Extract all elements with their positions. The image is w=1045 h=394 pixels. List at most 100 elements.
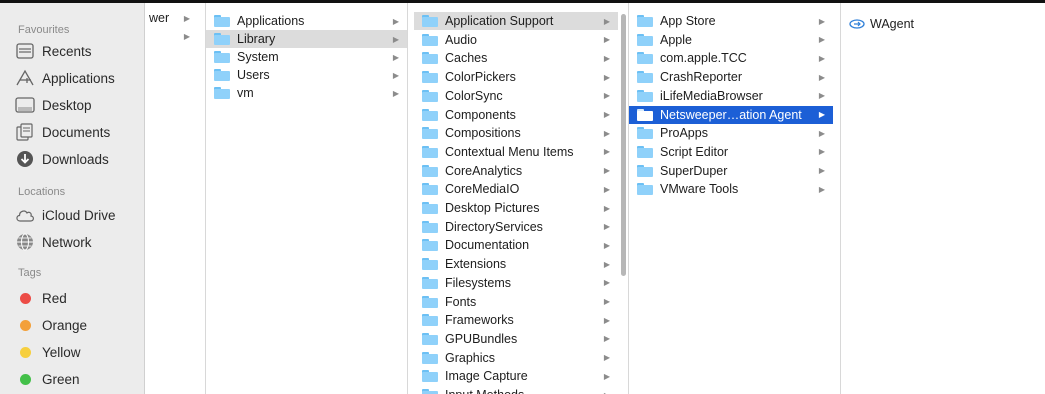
list-item[interactable]: vm ▶ — [206, 84, 407, 102]
sidebar-item-icloud-drive[interactable]: iCloud Drive — [14, 203, 116, 227]
list-item[interactable]: Image Capture ▶ — [414, 367, 618, 385]
folder-icon — [637, 145, 653, 158]
list-item[interactable]: CoreAnalytics ▶ — [414, 162, 618, 180]
list-item[interactable]: Audio ▶ — [414, 31, 618, 49]
sidebar-item-network[interactable]: Network — [14, 230, 92, 254]
sidebar-item-label: Orange — [42, 317, 88, 333]
folder-icon — [422, 127, 438, 140]
list-item[interactable]: Compositions ▶ — [414, 124, 618, 142]
library-folder-icon — [214, 33, 230, 45]
sidebar-item-label: Recents — [42, 43, 92, 59]
list-item[interactable]: System ▶ — [206, 48, 407, 66]
chevron-right-icon: ▶ — [392, 52, 400, 62]
chevron-right-icon: ▶ — [603, 371, 611, 381]
column-divider[interactable] — [407, 3, 408, 394]
chevron-right-icon: ▶ — [818, 53, 826, 63]
green-tag-icon — [14, 373, 36, 385]
chevron-right-icon: ▶ — [603, 184, 611, 194]
chevron-right-icon: ▶ — [392, 88, 400, 98]
chevron-right-icon: ▶ — [392, 16, 400, 26]
sidebar-tag-orange[interactable]: Orange — [14, 313, 87, 337]
list-item[interactable]: Script Editor ▶ — [629, 143, 833, 161]
chevron-right-icon: ▶ — [603, 259, 611, 269]
list-item[interactable]: ProApps ▶ — [629, 124, 833, 142]
list-item[interactable]: WAgent — [841, 15, 1045, 33]
applications-icon — [14, 69, 36, 87]
chevron-right-icon: ▶ — [603, 203, 611, 213]
list-item[interactable]: wer ▶ — [145, 9, 198, 27]
sidebar-item-applications[interactable]: Applications — [14, 66, 115, 90]
column-3: App Store ▶ Apple ▶ com.apple.TCC ▶ CrashRepor… — [629, 3, 833, 394]
list-item[interactable]: Contextual Menu Items ▶ — [414, 143, 618, 161]
folder-icon — [637, 52, 653, 65]
list-item[interactable]: Components ▶ — [414, 106, 618, 124]
chevron-right-icon: ▶ — [818, 16, 826, 26]
folder-icon — [422, 108, 438, 121]
list-item[interactable]: Fonts ▶ — [414, 293, 618, 311]
sidebar-item-label: Green — [42, 371, 80, 387]
chevron-right-icon: ▶ — [603, 278, 611, 288]
folder-icon — [422, 89, 438, 102]
list-item[interactable]: VMware Tools ▶ — [629, 180, 833, 198]
list-item[interactable]: iLifeMediaBrowser ▶ — [629, 87, 833, 105]
chevron-right-icon: ▶ — [603, 53, 611, 63]
list-item[interactable]: CrashReporter ▶ — [629, 68, 833, 86]
list-item[interactable]: Documentation ▶ — [414, 236, 618, 254]
folder-icon — [637, 71, 653, 84]
list-item[interactable]: Input Methods▶ — [414, 386, 618, 394]
list-item[interactable]: ColorPickers ▶ — [414, 68, 618, 86]
folder-icon — [637, 164, 653, 177]
sidebar-tag-green[interactable]: Green — [14, 367, 80, 391]
chevron-right-icon: ▶ — [603, 128, 611, 138]
list-item[interactable]: Desktop Pictures ▶ — [414, 199, 618, 217]
sidebar-item-downloads[interactable]: Downloads — [14, 147, 109, 171]
sidebar-item-label: iCloud Drive — [42, 207, 116, 223]
sidebar-item-documents[interactable]: Documents — [14, 120, 110, 144]
list-item[interactable]: Filesystems ▶ — [414, 274, 618, 292]
list-item[interactable]: Netsweeper…ation Agent ▶ — [629, 105, 833, 124]
list-item[interactable]: ColorSync ▶ — [414, 87, 618, 105]
sidebar-tag-yellow[interactable]: Yellow — [14, 340, 81, 364]
favourites-header: Favourites — [18, 24, 70, 36]
chevron-right-icon: ▶ — [392, 70, 400, 80]
chevron-right-icon: ▶ — [603, 334, 611, 344]
chevron-right-icon: ▶ — [818, 184, 826, 194]
column-2-scrollbar[interactable] — [621, 14, 626, 276]
documents-icon — [14, 123, 36, 141]
chevron-right-icon: ▶ — [603, 35, 611, 45]
chevron-right-icon: ▶ — [818, 110, 826, 119]
chevron-right-icon: ▶ — [818, 35, 826, 45]
list-item[interactable]: Application Support ▶ — [414, 12, 618, 30]
folder-icon — [422, 389, 438, 394]
list-item[interactable]: App Store ▶ — [629, 12, 833, 30]
folder-icon — [422, 33, 438, 46]
list-item[interactable]: Extensions ▶ — [414, 255, 618, 273]
list-item[interactable]: Graphics ▶ — [414, 349, 618, 367]
folder-icon — [637, 89, 653, 102]
list-item[interactable]: GPUBundles ▶ — [414, 330, 618, 348]
folder-icon — [422, 220, 438, 233]
list-item[interactable]: Applications ▶ — [206, 12, 407, 30]
list-item[interactable]: SuperDuper ▶ — [629, 162, 833, 180]
list-item[interactable]: ▶ — [145, 27, 198, 45]
recents-icon — [14, 43, 36, 59]
sidebar-item-desktop[interactable]: Desktop — [14, 93, 92, 117]
folder-icon — [422, 202, 438, 214]
list-item[interactable]: Users ▶ — [206, 66, 407, 84]
list-item[interactable]: Library ▶ — [206, 30, 407, 48]
chevron-right-icon: ▶ — [603, 110, 611, 119]
folder-icon — [214, 87, 230, 99]
sidebar-tag-red[interactable]: Red — [14, 286, 67, 310]
list-item[interactable]: Caches ▶ — [414, 49, 618, 67]
folder-icon — [637, 15, 653, 27]
sidebar-item-recents[interactable]: Recents — [14, 39, 92, 63]
folder-icon — [637, 183, 653, 196]
list-item[interactable]: CoreMediaIO ▶ — [414, 180, 618, 198]
list-item[interactable]: DirectoryServices ▶ — [414, 218, 618, 236]
chevron-right-icon: ▶ — [183, 13, 191, 23]
list-item[interactable]: Frameworks ▶ — [414, 311, 618, 329]
chevron-right-icon: ▶ — [603, 147, 611, 157]
folder-icon — [422, 351, 438, 364]
list-item[interactable]: Apple ▶ — [629, 31, 833, 49]
list-item[interactable]: com.apple.TCC ▶ — [629, 49, 833, 67]
